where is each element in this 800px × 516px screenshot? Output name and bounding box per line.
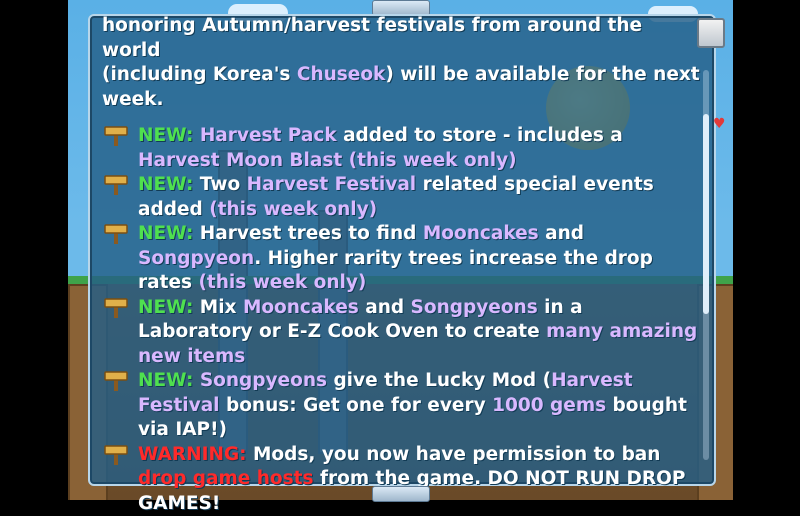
highlight-text: Mooncakes: [243, 297, 359, 318]
list-item-warning: WARNING: Mods, you now have permission t…: [102, 443, 702, 516]
list-item: NEW: Songpyeons give the Lucky Mod (Harv…: [102, 369, 702, 443]
intro-line: ) will be available for the next: [385, 64, 699, 85]
intro-paragraph: honoring Autumn/harvest festivals from a…: [102, 14, 702, 112]
letterbox-left: [0, 0, 68, 500]
highlight-text: Mooncakes: [423, 223, 539, 244]
item-text: bonus: Get one for every: [220, 395, 493, 416]
highlight-text: Songpyeon: [138, 248, 254, 269]
highlight-text: Harvest Pack: [200, 125, 337, 146]
list-item: NEW: Mix Mooncakes and Songpyeons in a L…: [102, 296, 702, 370]
signpost-icon: [104, 224, 128, 244]
signpost-icon: [104, 175, 128, 195]
new-tag: NEW:: [138, 223, 193, 244]
item-text: added to store - includes a: [337, 125, 623, 146]
signpost-icon: [104, 371, 128, 391]
item-text: and: [359, 297, 411, 318]
letterbox-right: [733, 0, 800, 500]
news-list: NEW: Harvest Pack added to store - inclu…: [102, 124, 702, 516]
highlight-text: Harvest Moon Blast: [138, 150, 342, 171]
scrollbar[interactable]: [703, 70, 709, 460]
highlight-text: Harvest Festival: [247, 174, 417, 195]
signpost-icon: [104, 298, 128, 318]
item-text: give the Lucky Mod (: [327, 370, 551, 391]
highlight-text: Chuseok: [297, 64, 386, 85]
warning-highlight-text: drop game hosts: [138, 468, 314, 489]
item-text: and: [539, 223, 584, 244]
highlight-text: Songpyeons: [411, 297, 538, 318]
new-tag: NEW:: [138, 370, 193, 391]
list-item: NEW: Harvest trees to find Mooncakes and…: [102, 222, 702, 296]
new-tag: NEW:: [138, 125, 193, 146]
scrollbar-thumb[interactable]: [703, 114, 709, 314]
highlight-text: (this week only): [349, 150, 517, 171]
intro-line: honoring Autumn/harvest festivals from a…: [102, 15, 642, 61]
item-text: Mix: [193, 297, 243, 318]
highlight-text: Songpyeons: [200, 370, 327, 391]
heart-icon: ♥: [713, 117, 727, 131]
highlight-text: (this week only): [209, 199, 377, 220]
warning-tag: WARNING:: [138, 444, 247, 465]
list-item: NEW: Two Harvest Festival related specia…: [102, 173, 702, 222]
item-text: Mods, you now have permission to ban: [247, 444, 661, 465]
new-tag: NEW:: [138, 297, 193, 318]
highlight-text: (this week only): [198, 272, 366, 293]
intro-line: (including Korea's: [102, 64, 297, 85]
signpost-icon: [104, 126, 128, 146]
new-tag: NEW:: [138, 174, 193, 195]
highlight-text: 1000 gems: [492, 395, 606, 416]
item-text: Harvest trees to find: [193, 223, 423, 244]
list-item: NEW: Harvest Pack added to store - inclu…: [102, 124, 702, 173]
intro-line: week.: [102, 89, 164, 110]
signpost-icon: [104, 445, 128, 465]
news-text: honoring Autumn/harvest festivals from a…: [102, 14, 702, 516]
item-text: Two: [193, 174, 246, 195]
